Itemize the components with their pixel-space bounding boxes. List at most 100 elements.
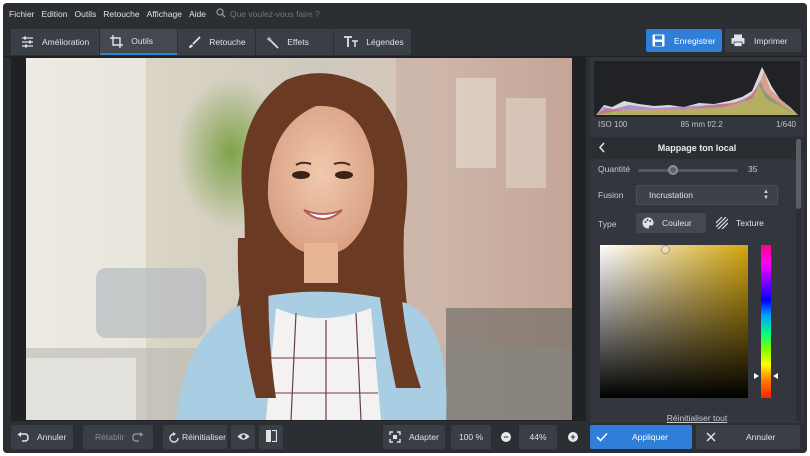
undo-label: Annuler [37,432,67,442]
panel-scrollbar-thumb[interactable] [796,139,801,209]
reset-button[interactable]: Réinitialiser [163,425,227,449]
tab-effets[interactable]: Effets [256,29,335,55]
redo-button[interactable]: Rétablir [83,425,153,449]
print-label: Imprimer [754,35,788,46]
menu-fichier[interactable]: Fichier [9,9,35,19]
tab-amelioration-label: Amélioration [42,37,90,47]
eye-icon [237,432,250,443]
tab-bar: Amélioration Outils Retouche Effets Lége… [11,29,413,55]
preview-toggle-button[interactable] [231,425,255,449]
type-texture-button[interactable]: Texture [714,213,774,233]
histogram [594,61,800,117]
quantite-slider[interactable] [638,169,738,172]
color-picker-handle[interactable] [661,245,670,254]
text-icon [344,36,359,48]
toolbar: Amélioration Outils Retouche Effets Lége… [3,25,807,57]
photo-preview[interactable] [26,58,572,420]
exif-shutter: 1/640 [775,119,796,129]
type-couleur-label: Couleur [662,218,692,228]
floppy-disk-icon [652,34,665,47]
print-button[interactable]: Imprimer [725,29,801,52]
menu-retouche[interactable]: Retouche [103,9,139,19]
hue-slider[interactable] [761,245,771,398]
redo-label: Rétablir [95,432,125,442]
back-chevron-icon[interactable] [598,142,606,155]
tab-outils[interactable]: Outils [100,29,179,55]
menu-edition[interactable]: Edition [42,9,68,19]
menu-affichage[interactable]: Affichage [147,9,182,19]
portrait-photo-image [26,58,572,420]
texture-icon [716,217,728,229]
palette-icon [642,217,654,229]
fusion-select-value: Incrustation [649,190,693,200]
zoom-in-icon: + [568,432,578,442]
zoom-out-icon: − [501,432,511,442]
reset-label: Réinitialiser [182,432,226,442]
panel-title: Mappage ton local [657,143,737,153]
search-icon [216,8,226,20]
tab-legendes-label: Légendes [366,37,404,47]
fit-button[interactable]: Adapter [383,425,445,449]
app-window: Fichier Edition Outils Retouche Affichag… [3,3,807,453]
crop-icon [110,34,124,48]
exif-info: ISO 100 85 mm f/2.2 1/640 [590,117,804,131]
undo-button[interactable]: Annuler [11,425,73,449]
close-icon [706,432,716,442]
search-input[interactable] [229,9,340,19]
quantite-label: Quantité [598,164,631,174]
color-picker-field[interactable] [600,245,748,398]
zoom-100-button[interactable]: 100 % [451,425,491,449]
checkmark-icon [596,432,608,442]
save-button[interactable]: Enregistrer [646,29,722,52]
quantite-value: 35 [748,164,758,174]
select-arrows-icon: ▲ ▼ [763,189,769,201]
fusion-select[interactable]: Incrustation ▲ ▼ [636,185,778,205]
fit-screen-icon [389,431,401,443]
redo-icon [132,432,144,442]
zoom-level[interactable]: 44% [519,425,557,449]
tab-retouche[interactable]: Retouche [178,29,257,55]
search-box[interactable] [216,8,340,20]
zoom-in-button[interactable]: + [563,425,583,449]
panel-header: Mappage ton local [590,137,804,159]
undo-icon [17,432,29,442]
tab-amelioration[interactable]: Amélioration [11,29,101,55]
sliders-icon [21,36,34,48]
printer-icon [731,34,745,47]
tab-effets-label: Effets [287,37,309,47]
zoom-level-value: 44% [529,432,547,442]
compare-button[interactable] [259,425,283,449]
panel-scrollbar[interactable] [796,135,801,421]
apply-button[interactable]: Appliquer [590,425,692,449]
fusion-label: Fusion [598,190,624,200]
type-texture-label: Texture [736,218,764,228]
compare-icon [265,429,277,444]
exif-lens: 85 mm f/2.2 [680,119,723,129]
tab-legendes[interactable]: Légendes [334,29,413,55]
cancel-button[interactable]: Annuler [696,425,800,449]
image-canvas[interactable] [11,57,586,421]
exif-iso: ISO 100 [598,119,628,129]
menu-outils[interactable]: Outils [75,9,97,19]
adjustment-panel: ISO 100 85 mm f/2.2 1/640 Mappage ton lo… [590,57,804,427]
type-couleur-button[interactable]: Couleur [636,213,706,233]
reset-icon [169,431,179,443]
menubar: Fichier Edition Outils Retouche Affichag… [3,3,807,25]
cancel-label: Annuler [746,432,776,442]
apply-label: Appliquer [632,432,668,442]
fit-label: Adapter [409,432,439,442]
hue-marker-left-icon[interactable] [754,373,759,379]
save-label: Enregistrer [674,35,716,46]
tab-retouche-label: Retouche [209,37,246,47]
zoom-out-button[interactable]: − [496,425,516,449]
hue-marker-right-icon[interactable] [773,373,778,379]
reset-all-link[interactable]: Réinitialiser tout [590,413,804,423]
type-label: Type [598,219,617,229]
menu-aide[interactable]: Aide [189,9,206,19]
magic-wand-icon [266,35,279,49]
tab-outils-label: Outils [131,36,153,46]
zoom-100-label: 100 % [458,432,484,442]
quantite-slider-thumb[interactable] [668,165,678,175]
brush-icon [188,35,201,49]
bottom-bar: Annuler Rétablir Réinitialiser Adapter 1… [3,423,807,453]
